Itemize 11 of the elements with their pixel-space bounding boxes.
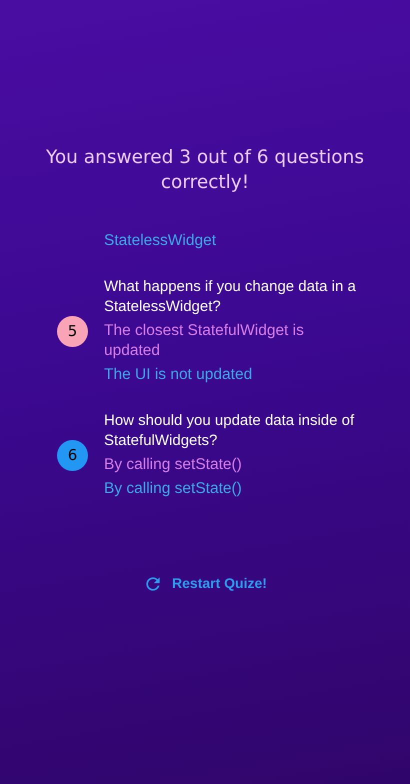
correct-answer: The UI is not updated: [104, 365, 254, 385]
restart-button[interactable]: Restart Quize!: [135, 569, 275, 598]
question-text: How should you update data inside of StatefulWidgets?: [104, 411, 356, 451]
user-answer: The closest StatefulWidget is updated: [104, 321, 305, 361]
question-number: 5: [57, 316, 88, 346]
correct-answer: StatelessWidget: [104, 231, 216, 251]
user-answer: By calling setState(): [104, 455, 243, 475]
result-text: You answered 3 out of 6 questions correctly!: [45, 146, 365, 195]
question-number: 6: [57, 440, 88, 470]
correct-answer: By calling setState(): [104, 479, 243, 499]
question-text: What happens if you change data in a StatelessWidget?: [104, 277, 357, 317]
